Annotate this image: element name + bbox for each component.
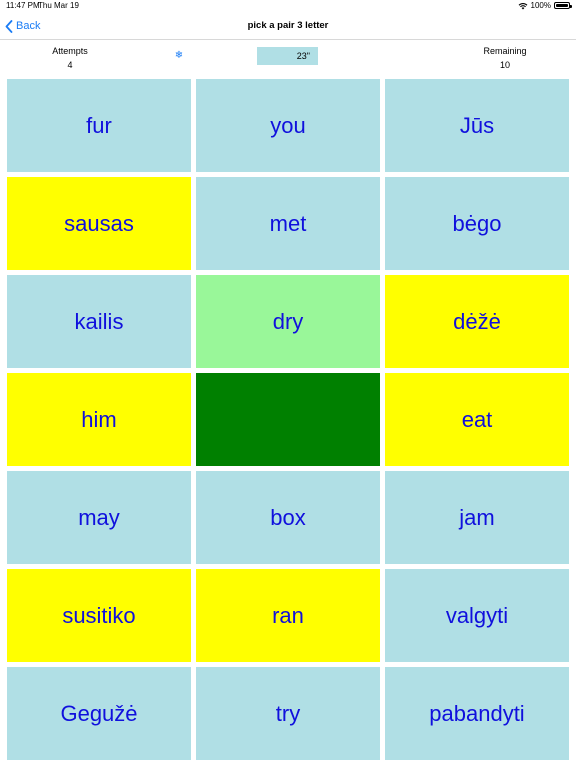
word-card[interactable]: Jūs bbox=[385, 79, 569, 172]
navigation-bar: Back pick a pair 3 letter bbox=[0, 12, 576, 40]
status-date: Thu Mar 19 bbox=[38, 1, 79, 10]
remaining-value: 10 bbox=[499, 60, 510, 70]
word-card[interactable]: pabandyti bbox=[385, 667, 569, 760]
word-card[interactable]: you bbox=[196, 79, 380, 172]
remaining-counter: Remaining 10 bbox=[475, 44, 535, 72]
stats-bar: Attempts 4 ❄ 23" Remaining 10 bbox=[0, 41, 576, 75]
word-card[interactable]: susitiko bbox=[7, 569, 191, 662]
word-card[interactable]: dry bbox=[196, 275, 380, 368]
word-card[interactable]: jam bbox=[385, 471, 569, 564]
word-card[interactable]: box bbox=[196, 471, 380, 564]
word-card[interactable]: Gegužė bbox=[7, 667, 191, 760]
status-bar: 11:47 PM Thu Mar 19 100% bbox=[0, 0, 576, 12]
attempts-value: 4 bbox=[67, 60, 73, 70]
word-card[interactable]: fur bbox=[7, 79, 191, 172]
timer-display: 23" bbox=[257, 47, 318, 65]
word-card[interactable] bbox=[196, 373, 380, 466]
word-card[interactable]: dėžė bbox=[385, 275, 569, 368]
word-card[interactable]: bėgo bbox=[385, 177, 569, 270]
word-card[interactable]: kailis bbox=[7, 275, 191, 368]
word-card[interactable]: met bbox=[196, 177, 380, 270]
page-title: pick a pair 3 letter bbox=[247, 20, 329, 31]
status-time: 11:47 PM bbox=[6, 1, 40, 10]
battery-icon bbox=[554, 2, 572, 9]
status-indicators: 100% bbox=[518, 1, 572, 10]
snowflake-icon[interactable]: ❄ bbox=[174, 51, 184, 61]
remaining-label: Remaining bbox=[483, 46, 527, 56]
word-card[interactable]: sausas bbox=[7, 177, 191, 270]
word-card[interactable]: try bbox=[196, 667, 380, 760]
word-card[interactable]: ran bbox=[196, 569, 380, 662]
attempts-label: Attempts bbox=[52, 46, 88, 56]
attempts-counter: Attempts 4 bbox=[40, 44, 100, 72]
wifi-icon bbox=[518, 2, 527, 9]
word-card[interactable]: valgyti bbox=[385, 569, 569, 662]
word-card[interactable]: him bbox=[7, 373, 191, 466]
battery-percent: 100% bbox=[530, 1, 551, 10]
word-card[interactable]: eat bbox=[385, 373, 569, 466]
word-card[interactable]: may bbox=[7, 471, 191, 564]
word-card-grid: fur you Jūs sausas met bėgo kailis dry dėžė him ea… bbox=[7, 79, 569, 761]
